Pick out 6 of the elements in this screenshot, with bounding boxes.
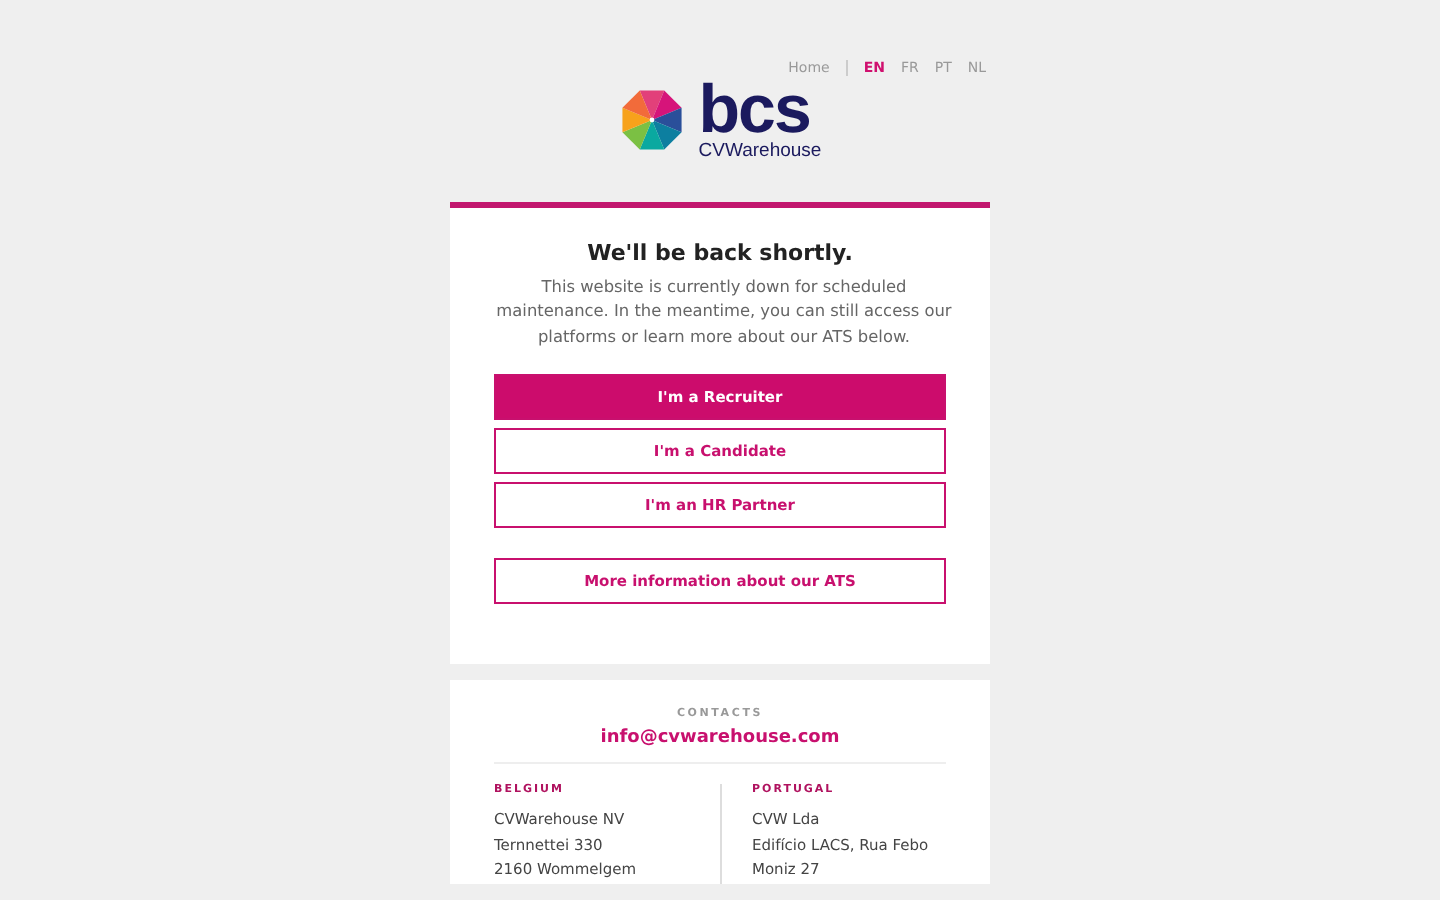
- logo-icon: [618, 86, 687, 155]
- notice-message: This website is currently down for scheduled maintenance. In the meantime, you can still access our platforms or learn more about our ATS below.: [494, 273, 954, 348]
- logo-wordmark: bcs: [698, 80, 810, 140]
- logo-subtitle: CVWarehouse: [698, 142, 822, 161]
- notice-title: We'll be back shortly.: [585, 239, 855, 265]
- email-link[interactable]: info@cvwarehouse.com: [494, 728, 946, 748]
